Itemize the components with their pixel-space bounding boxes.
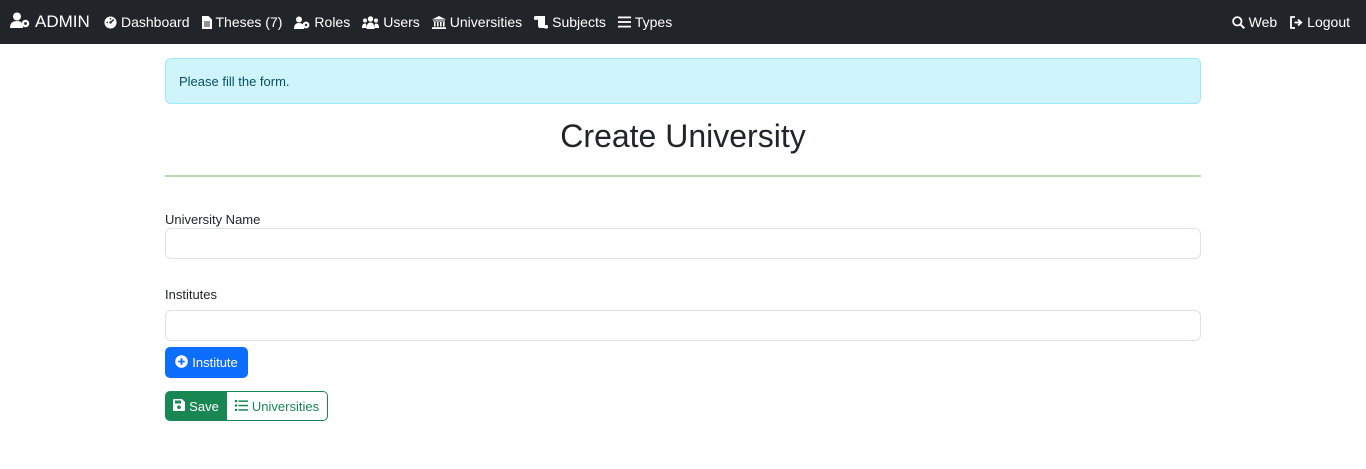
info-alert: Please fill the form. — [165, 58, 1201, 104]
nav-theses[interactable]: Theses (7) — [201, 14, 283, 30]
nav-logout[interactable]: Logout — [1290, 14, 1350, 30]
brand-link[interactable]: ADMIN — [10, 0, 90, 44]
nav-label: Theses (7) — [215, 14, 283, 30]
title-divider — [165, 175, 1201, 177]
universities-list-button[interactable]: Universities — [227, 391, 328, 421]
nav-dashboard[interactable]: Dashboard — [104, 14, 190, 30]
file-icon — [201, 15, 212, 29]
university-icon — [431, 15, 446, 29]
plus-circle-icon — [175, 354, 192, 371]
admin-user-icon — [10, 12, 35, 33]
top-navbar: ADMIN Dashboard Theses (7) Roles Users U… — [0, 0, 1366, 44]
search-icon — [1231, 15, 1245, 29]
add-institute-label: Institute — [192, 355, 238, 370]
nav-users[interactable]: Users — [362, 14, 420, 30]
nav-label: Users — [383, 14, 420, 30]
roles-icon — [294, 16, 310, 29]
right-nav: Web Logout — [1219, 0, 1350, 44]
page-title: Create University — [560, 118, 806, 154]
save-button[interactable]: Save — [165, 391, 227, 421]
nav-roles[interactable]: Roles — [294, 14, 350, 30]
nav-label: Universities — [449, 14, 523, 30]
nav-label: Roles — [314, 14, 351, 30]
list-icon — [617, 16, 631, 28]
dashboard-icon — [104, 15, 117, 29]
university-name-label: University Name — [165, 212, 261, 227]
brand-label: ADMIN — [35, 12, 90, 31]
alert-text: Please fill the form. — [179, 73, 290, 89]
logout-icon — [1290, 15, 1303, 29]
main-nav: Dashboard Theses (7) Roles Users Univers… — [104, 0, 672, 44]
university-name-input[interactable] — [165, 228, 1201, 259]
users-icon — [362, 15, 380, 29]
universities-label: Universities — [251, 398, 320, 414]
nav-label: Types — [634, 14, 673, 30]
save-label: Save — [189, 398, 219, 414]
nav-types[interactable]: Types — [617, 14, 673, 30]
nav-label: Web — [1248, 14, 1278, 30]
institute-input[interactable] — [165, 310, 1201, 341]
nav-label: Subjects — [552, 14, 606, 30]
floppy-disk-icon — [173, 398, 189, 414]
add-institute-button[interactable]: Institute — [165, 347, 248, 378]
nav-universities[interactable]: Universities — [431, 14, 523, 30]
scroll-icon — [534, 15, 549, 29]
form-actions: Save Universities — [165, 391, 328, 421]
nav-label: Dashboard — [121, 14, 190, 30]
list-ul-icon — [234, 399, 252, 414]
institutes-label: Institutes — [165, 287, 218, 302]
nav-web[interactable]: Web — [1231, 14, 1278, 30]
nav-label: Logout — [1307, 14, 1350, 30]
nav-subjects[interactable]: Subjects — [534, 14, 606, 30]
